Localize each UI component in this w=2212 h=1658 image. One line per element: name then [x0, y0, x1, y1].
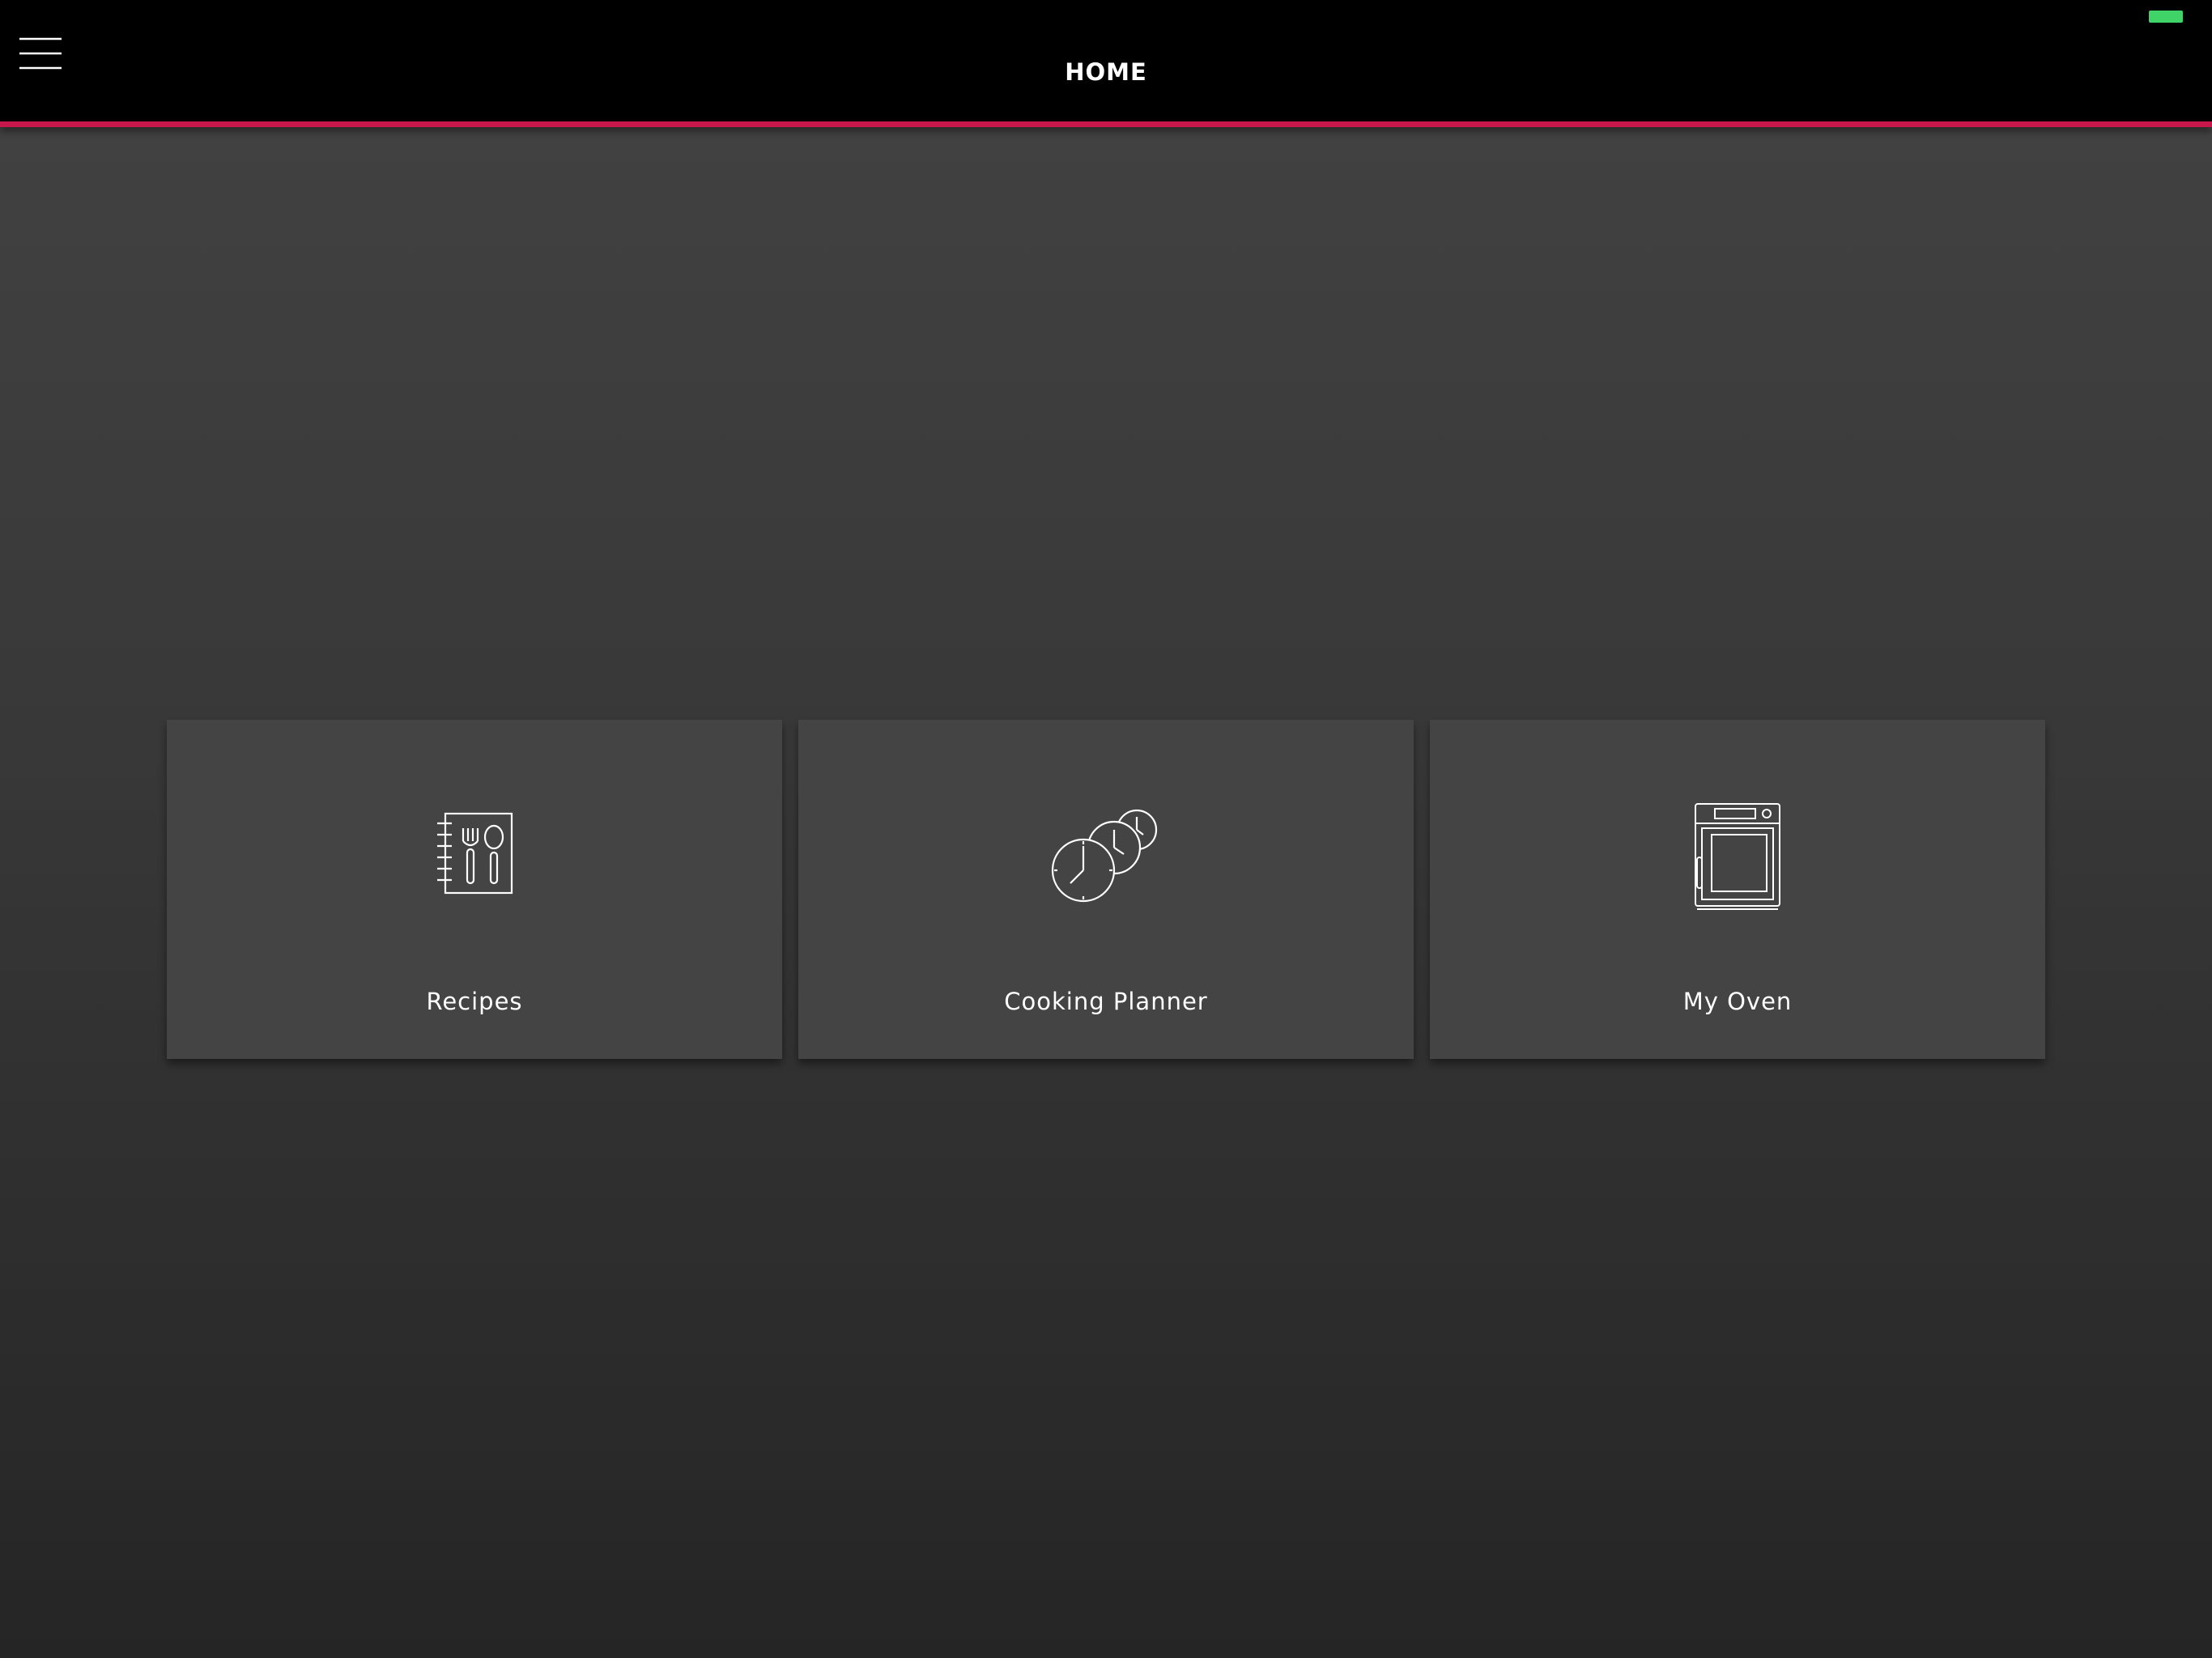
- oven-icon: [1695, 803, 1780, 910]
- header-accent-line: [0, 121, 2212, 127]
- battery-icon: [2149, 11, 2183, 23]
- cooking-planner-tile[interactable]: Cooking Planner: [798, 720, 1414, 1059]
- my-oven-tile[interactable]: My Oven: [1430, 720, 2045, 1059]
- recipes-tile[interactable]: Recipes: [167, 720, 782, 1059]
- cooking-planner-label: Cooking Planner: [1004, 988, 1208, 1015]
- recipe-book-icon: [437, 812, 513, 895]
- clocks-icon: [1051, 809, 1158, 903]
- page-title: HOME: [1065, 58, 1147, 86]
- recipes-label: Recipes: [426, 988, 523, 1015]
- my-oven-label: My Oven: [1682, 988, 1793, 1015]
- top-bar: HOME: [0, 0, 2212, 121]
